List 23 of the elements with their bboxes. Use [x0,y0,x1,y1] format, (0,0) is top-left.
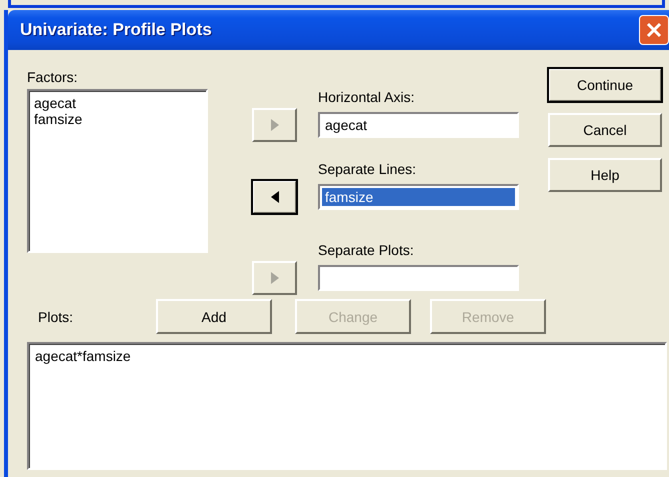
plot-button[interactable]: Add [156,299,272,334]
variable-field[interactable]: famsize [318,184,519,210]
field-value: agecat [324,116,368,134]
list-item[interactable]: agecat*famsize [35,348,659,364]
field-label: Separate Lines: [318,160,418,178]
plots-list[interactable]: agecat*famsize [27,342,667,470]
close-icon [645,21,663,39]
list-item[interactable]: famsize [34,111,201,127]
move-left-button[interactable] [252,180,297,214]
variable-field[interactable] [318,265,519,291]
variable-field[interactable]: agecat [318,112,519,138]
field-label: Horizontal Axis: [318,88,416,106]
dialog-button[interactable]: Help [548,158,662,192]
field-label: Separate Plots: [318,241,415,259]
window-title: Univariate: Profile Plots [20,20,212,40]
dialog-button[interactable]: Cancel [548,113,662,147]
list-item[interactable]: agecat [34,95,201,111]
dialog-button[interactable]: Continue [548,68,662,102]
factors-list[interactable]: agecat famsize [27,89,208,253]
plots-label: Plots: [38,308,74,326]
field-value: famsize [324,188,374,206]
factors-label: Factors: [27,68,79,86]
close-button[interactable] [639,15,669,45]
